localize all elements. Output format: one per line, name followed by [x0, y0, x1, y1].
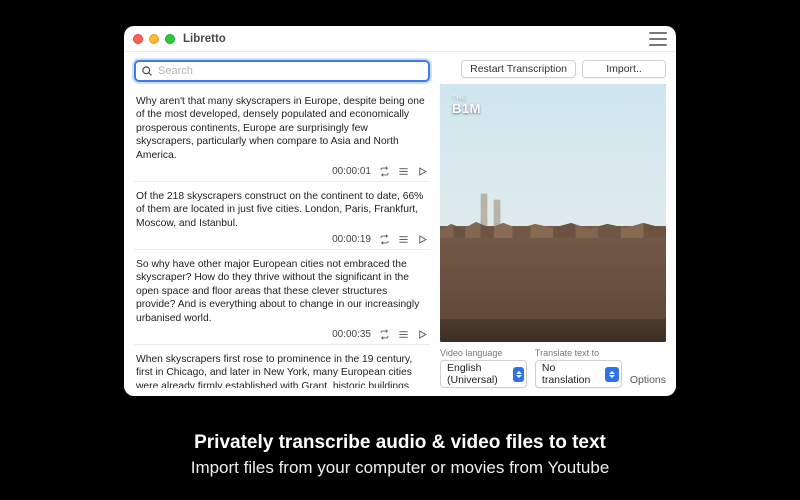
video-player[interactable]: THE B1M: [440, 84, 666, 342]
list-icon[interactable]: [398, 329, 409, 340]
titlebar: Libretto: [124, 26, 676, 52]
play-icon[interactable]: [417, 234, 428, 245]
window-controls: [133, 34, 175, 44]
menu-icon[interactable]: [649, 32, 667, 46]
segment-text: Why aren't that many skyscrapers in Euro…: [136, 95, 428, 162]
restart-transcription-button[interactable]: Restart Transcription: [461, 60, 576, 78]
transcript-panel: Why aren't that many skyscrapers in Euro…: [134, 60, 430, 388]
language-value: English (Universal): [447, 362, 513, 386]
translate-value: No translation: [542, 362, 605, 386]
language-select[interactable]: English (Universal): [440, 360, 527, 388]
minimize-window-button[interactable]: [149, 34, 159, 44]
segment-timestamp: 00:00:19: [332, 234, 371, 245]
play-icon[interactable]: [417, 166, 428, 177]
translate-select[interactable]: No translation: [535, 360, 622, 388]
language-label: Video language: [440, 348, 527, 358]
segment-text: Of the 218 skyscrapers construct on the …: [136, 190, 428, 230]
video-watermark: THE B1M: [452, 96, 481, 115]
select-arrows-icon: [605, 367, 619, 382]
video-panel: Restart Transcription Import.. THE B1M: [440, 60, 666, 388]
transcript-segment[interactable]: Of the 218 skyscrapers construct on the …: [134, 184, 430, 250]
video-frame: THE B1M: [440, 84, 666, 342]
search-icon: [141, 65, 153, 77]
loop-icon[interactable]: [379, 329, 390, 340]
play-icon[interactable]: [417, 329, 428, 340]
loop-icon[interactable]: [379, 234, 390, 245]
segment-timestamp: 00:00:35: [332, 329, 371, 340]
segment-timestamp: 00:00:01: [332, 166, 371, 177]
transcript-segment[interactable]: So why have other major European cities …: [134, 252, 430, 345]
transcript-segment[interactable]: Why aren't that many skyscrapers in Euro…: [134, 89, 430, 182]
import-button[interactable]: Import..: [582, 60, 666, 78]
segment-text: When skyscrapers first rose to prominenc…: [136, 353, 428, 388]
transcript-segment[interactable]: When skyscrapers first rose to prominenc…: [134, 347, 430, 388]
translate-label: Translate text to: [535, 348, 622, 358]
search-input[interactable]: [158, 65, 423, 77]
list-icon[interactable]: [398, 166, 409, 177]
transcript-list: Why aren't that many skyscrapers in Euro…: [134, 89, 430, 388]
loop-icon[interactable]: [379, 166, 390, 177]
marketing-subline: Import files from your computer or movie…: [0, 458, 800, 478]
app-title: Libretto: [183, 33, 226, 45]
list-icon[interactable]: [398, 234, 409, 245]
options-button[interactable]: Options: [630, 374, 666, 388]
marketing-headline: Privately transcribe audio & video files…: [0, 432, 800, 454]
app-window: Libretto Why aren't that many skyscraper…: [124, 26, 676, 396]
marketing-caption: Privately transcribe audio & video files…: [0, 432, 800, 478]
select-arrows-icon: [513, 367, 524, 382]
close-window-button[interactable]: [133, 34, 143, 44]
segment-text: So why have other major European cities …: [136, 258, 428, 325]
zoom-window-button[interactable]: [165, 34, 175, 44]
search-field[interactable]: [134, 60, 430, 82]
